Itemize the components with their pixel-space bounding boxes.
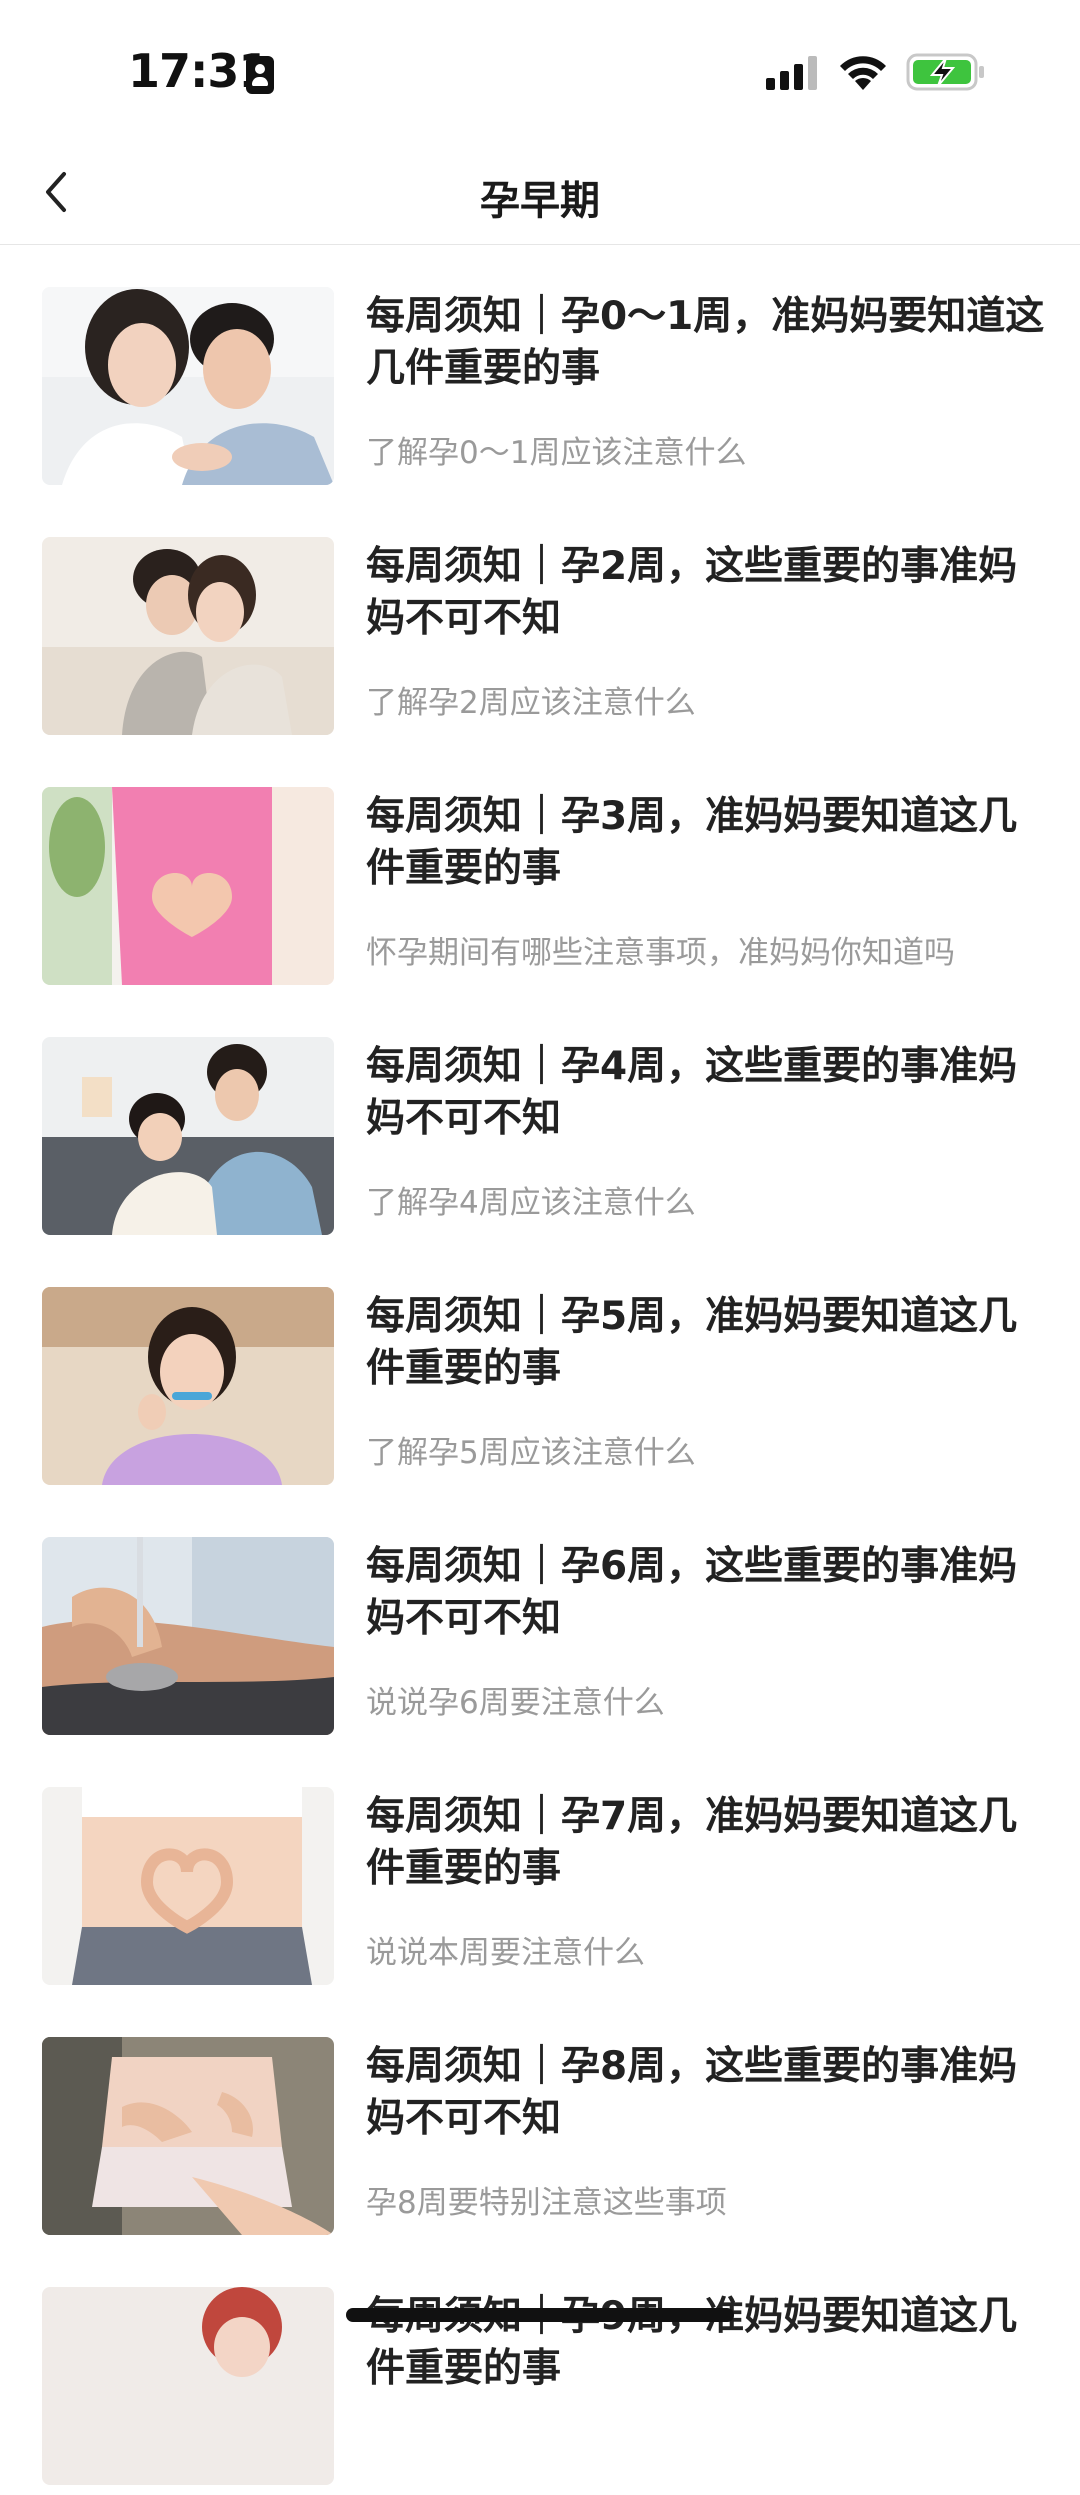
list-item[interactable]: 每周须知｜孕6周，这些重要的事准妈妈不可不知 说说孕6周要注意什么 — [0, 1495, 1080, 1745]
article-subtitle: 了解孕4周应该注意什么 — [366, 1185, 696, 1221]
article-subtitle: 了解孕5周应该注意什么 — [366, 1435, 696, 1471]
list-item[interactable]: 每周须知｜孕2周，这些重要的事准妈妈不可不知 了解孕2周应该注意什么 — [0, 495, 1080, 745]
status-bar: 17:31 — [0, 0, 1080, 140]
article-subtitle: 孕8周要特别注意这些事项 — [366, 2185, 727, 2221]
cellular-signal-icon — [766, 56, 817, 90]
list-item[interactable]: 每周须知｜孕5周，准妈妈要知道这几件重要的事 了解孕5周应该注意什么 — [0, 1245, 1080, 1495]
article-subtitle: 说说本周要注意什么 — [366, 1935, 645, 1971]
nav-bar: 孕早期 — [0, 140, 1080, 245]
article-title: 每周须知｜孕7周，准妈妈要知道这几件重要的事 — [366, 1794, 1018, 1891]
article-title: 每周须知｜孕0～1周，准妈妈要知道这几件重要的事 — [366, 294, 1045, 391]
article-title: 每周须知｜孕6周，这些重要的事准妈妈不可不知 — [366, 1544, 1018, 1641]
woman-pregnancy-test-photo — [42, 1287, 334, 1485]
list-item[interactable]: 每周须知｜孕9周，准妈妈要知道这几件重要的事 — [0, 2245, 1080, 2495]
couple-pregnancy-test-photo — [42, 1037, 334, 1235]
article-title: 每周须知｜孕9周，准妈妈要知道这几件重要的事 — [366, 2294, 1018, 2391]
couple-hugging-photo — [42, 537, 334, 735]
heart-hands-pink-belly-photo — [42, 787, 334, 985]
wifi-icon — [840, 56, 886, 90]
article-title: 每周须知｜孕2周，这些重要的事准妈妈不可不知 — [366, 544, 1018, 641]
article-title: 每周须知｜孕3周，准妈妈要知道这几件重要的事 — [366, 794, 1018, 891]
list-item[interactable]: 每周须知｜孕0～1周，准妈妈要知道这几件重要的事 了解孕0～1周应该注意什么 — [0, 245, 1080, 495]
article-subtitle: 怀孕期间有哪些注意事项，准妈妈你知道吗 — [366, 935, 955, 971]
article-title: 每周须知｜孕5周，准妈妈要知道这几件重要的事 — [366, 1294, 1018, 1391]
id-card-icon — [246, 56, 274, 94]
page-title: 孕早期 — [480, 178, 600, 224]
list-item[interactable]: 每周须知｜孕7周，准妈妈要知道这几件重要的事 说说本周要注意什么 — [0, 1745, 1080, 1995]
ultrasound-scan-photo — [42, 1537, 334, 1735]
list-item[interactable]: 每周须知｜孕8周，这些重要的事准妈妈不可不知 孕8周要特别注意这些事项 — [0, 1995, 1080, 2245]
article-subtitle: 说说孕6周要注意什么 — [366, 1685, 665, 1721]
article-subtitle: 了解孕2周应该注意什么 — [366, 685, 696, 721]
list-item[interactable]: 每周须知｜孕4周，这些重要的事准妈妈不可不知 了解孕4周应该注意什么 — [0, 995, 1080, 1245]
article-title: 每周须知｜孕8周，这些重要的事准妈妈不可不知 — [366, 2044, 1018, 2141]
hands-on-belly-photo — [42, 2037, 334, 2235]
article-subtitle: 了解孕0～1周应该注意什么 — [366, 435, 747, 471]
battery-charging-icon — [906, 53, 984, 91]
home-indicator[interactable] — [346, 2308, 734, 2322]
couple-embracing-photo — [42, 287, 334, 485]
heart-hands-belly-photo — [42, 1787, 334, 1985]
article-title: 每周须知｜孕4周，这些重要的事准妈妈不可不知 — [366, 1044, 1018, 1141]
list-item[interactable]: 每周须知｜孕3周，准妈妈要知道这几件重要的事 怀孕期间有哪些注意事项，准妈妈你知… — [0, 745, 1080, 995]
woman-portrait-photo — [42, 2287, 334, 2485]
